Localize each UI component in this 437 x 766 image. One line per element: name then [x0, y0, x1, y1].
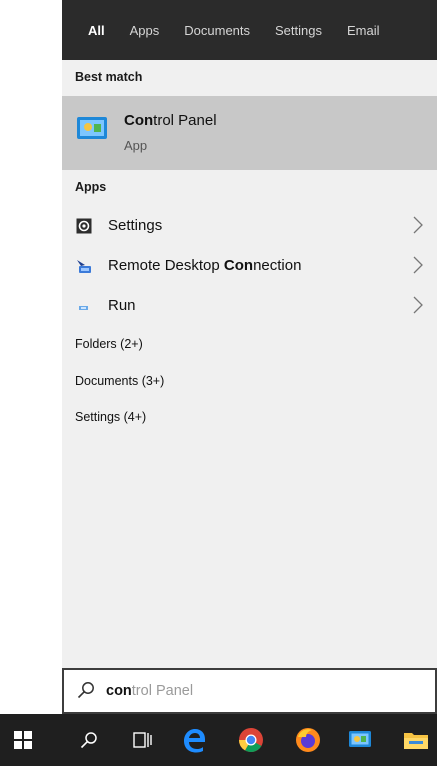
best-match-title-bold: Con — [124, 112, 154, 129]
app-item-remote-desktop-connection[interactable]: Remote Desktop Connection — [62, 246, 437, 286]
start-search-panel: All Apps Documents Settings Email Best m… — [62, 0, 437, 714]
tab-apps[interactable]: Apps — [130, 23, 160, 38]
label-part: Remote Desktop — [108, 257, 224, 274]
task-view-icon[interactable] — [133, 731, 153, 749]
file-explorer-icon[interactable] — [403, 729, 429, 751]
apps-header: Apps — [75, 180, 107, 194]
best-match-subtitle: App — [124, 138, 148, 153]
search-suggestion-text: trol Panel — [131, 683, 194, 699]
search-scope-tabs: All Apps Documents Settings Email — [62, 0, 437, 60]
control-panel-icon[interactable] — [348, 729, 372, 751]
tab-settings[interactable]: Settings — [275, 23, 322, 38]
remote-desktop-icon — [76, 257, 94, 280]
best-match-header: Best match — [75, 70, 143, 84]
best-match-title: Control Panel — [124, 112, 217, 129]
tab-all[interactable]: All — [88, 23, 105, 38]
category-folders[interactable]: Folders (2+) — [75, 337, 143, 351]
app-item-run[interactable]: Run — [62, 286, 437, 326]
settings-gear-icon — [76, 218, 92, 239]
chevron-right-icon[interactable] — [413, 295, 423, 320]
search-icon[interactable] — [80, 731, 98, 749]
best-match-control-panel[interactable]: Control Panel App — [62, 96, 437, 170]
label-part: Run — [108, 297, 136, 314]
label-part: Settings — [108, 217, 163, 234]
app-item-label: Settings — [108, 217, 162, 234]
app-item-label: Run — [108, 297, 136, 314]
taskbar — [0, 714, 437, 766]
chrome-icon[interactable] — [238, 727, 264, 753]
app-item-settings[interactable]: Settings — [62, 206, 437, 246]
chevron-right-icon[interactable] — [413, 255, 423, 280]
windows-start-icon[interactable] — [14, 731, 32, 749]
chevron-right-icon[interactable] — [413, 215, 423, 240]
best-match-title-rest: trol Panel — [153, 112, 217, 129]
tab-documents[interactable]: Documents — [184, 23, 250, 38]
search-icon — [77, 681, 95, 704]
run-icon — [78, 300, 90, 318]
control-panel-icon — [76, 114, 108, 147]
category-settings[interactable]: Settings (4+) — [75, 410, 146, 424]
label-part: nection — [253, 257, 302, 274]
desktop-background — [0, 0, 62, 714]
category-documents[interactable]: Documents (3+) — [75, 374, 164, 388]
edge-icon[interactable] — [181, 727, 207, 753]
firefox-icon[interactable] — [295, 727, 321, 753]
tab-email[interactable]: Email — [347, 23, 380, 38]
app-item-label: Remote Desktop Connection — [108, 257, 301, 274]
search-query: control Panel — [106, 683, 193, 699]
label-match: Con — [223, 257, 254, 274]
search-typed-text: con — [106, 683, 132, 699]
search-input[interactable]: control Panel — [62, 668, 437, 714]
